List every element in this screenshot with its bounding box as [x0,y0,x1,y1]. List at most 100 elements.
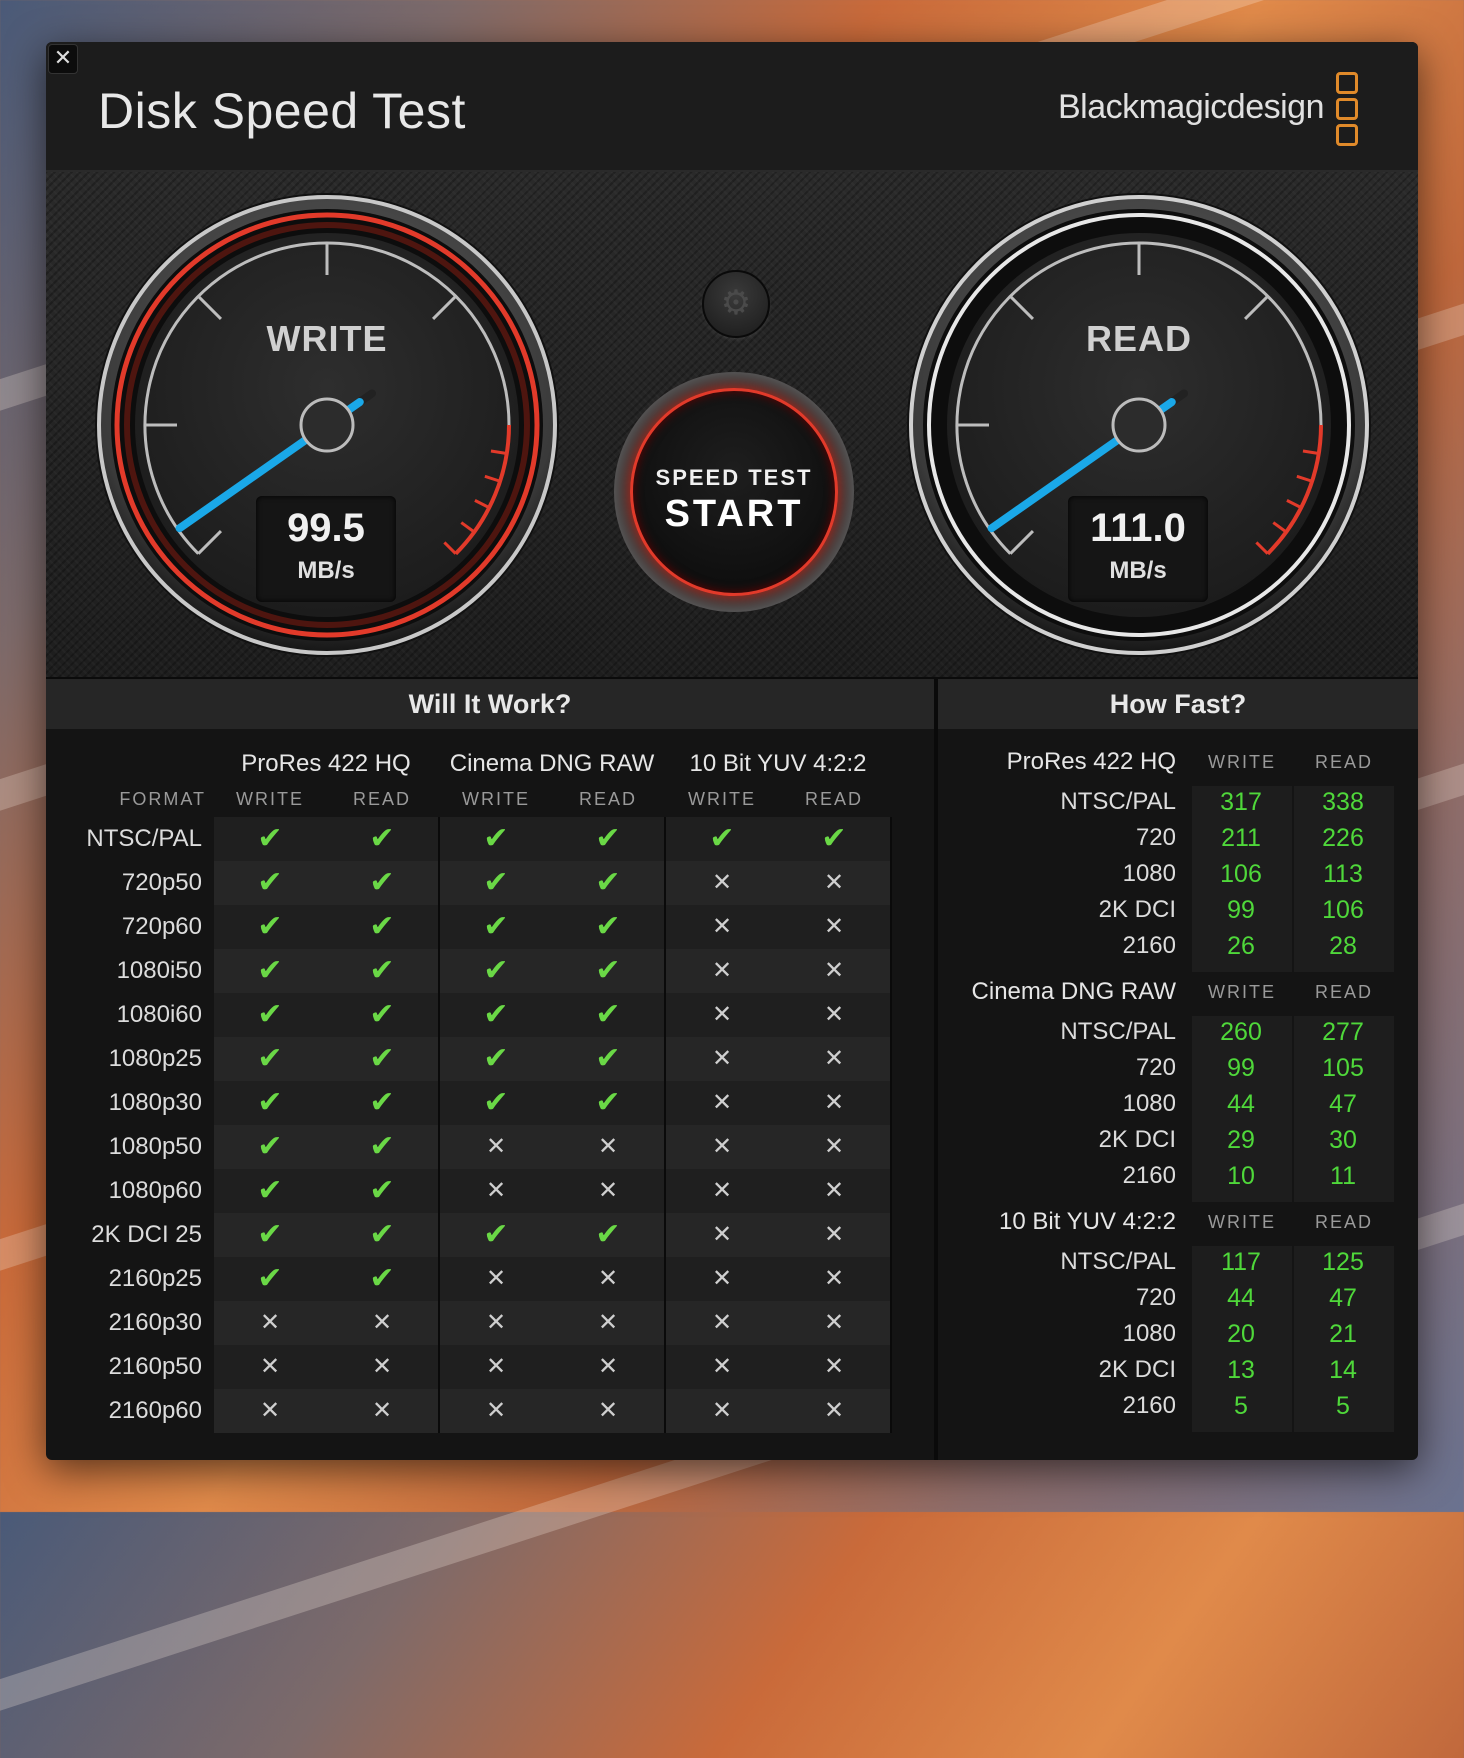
cross-icon: ✕ [666,861,778,905]
how-fast-row-label: 2K DCI [1098,1356,1176,1383]
how-fast-row-label: 1080 [1122,860,1176,887]
format-group-header: Cinema DNG RAW [449,750,655,777]
format-label: 720p60 [121,913,202,940]
gauge-panel: WRITE 99.5 MB/s READ 111.0 MB/s ⚙ SPEED TEST… [46,172,1418,680]
blackmagic-logo-icon [1336,72,1358,150]
how-fast-column-header: READ [1314,752,1373,772]
cross-icon: ✕ [666,905,778,949]
disk-speed-test-window: ✕ Disk Speed Test Blackmagicdesign WRITE… [46,42,1418,1460]
check-icon: ✔ [440,1081,552,1125]
cross-icon: ✕ [666,1257,778,1301]
read-fps-value: 11 [1330,1162,1356,1190]
check-icon: ✔ [666,817,778,861]
sub-column-header: WRITE [236,789,304,809]
how-fast-row-label: 2160 [1122,932,1176,959]
write-fps-value: 211 [1221,824,1261,852]
check-icon: ✔ [214,1213,326,1257]
read-fps-value: 21 [1329,1320,1357,1348]
write-fps-value: 20 [1227,1320,1255,1348]
check-icon: ✔ [326,817,438,861]
speed-unit: MB/s [297,557,355,584]
speed-test-start-button[interactable]: SPEED TEST START [614,372,854,612]
check-icon: ✔ [552,905,664,949]
how-fast-column-header: WRITE [1208,752,1276,772]
how-fast-row-label: 1080 [1122,1090,1176,1117]
write-fps-value: 29 [1227,1126,1255,1154]
column-divider [438,817,440,1433]
how-fast-column-header: READ [1314,1212,1373,1232]
cross-icon: ✕ [552,1389,664,1433]
speed-readout: 111.0 MB/s [1068,496,1208,602]
cross-icon: ✕ [666,1037,778,1081]
check-icon: ✔ [326,1125,438,1169]
format-label: 1080p50 [108,1133,202,1160]
sub-column-header: READ [352,789,411,809]
check-icon: ✔ [214,949,326,993]
close-button[interactable]: ✕ [48,44,78,74]
check-icon: ✔ [440,993,552,1037]
write-gauge: WRITE 99.5 MB/s [92,190,562,660]
cross-icon: ✕ [778,1257,890,1301]
check-icon: ✔ [326,861,438,905]
read-fps-value: 47 [1329,1090,1357,1118]
cross-icon: ✕ [778,1081,890,1125]
check-icon: ✔ [214,1257,326,1301]
write-fps-value: 44 [1227,1284,1255,1312]
format-column-header: FORMAT [119,789,206,809]
check-icon: ✔ [326,905,438,949]
how-fast-row-label: 2160 [1122,1162,1176,1189]
write-fps-value: 317 [1220,788,1262,816]
sub-column-header: READ [804,789,863,809]
check-icon: ✔ [214,905,326,949]
speed-value: 99.5 [287,506,365,550]
check-icon: ✔ [440,1037,552,1081]
cross-icon: ✕ [440,1257,552,1301]
check-icon: ✔ [552,1213,664,1257]
write-fps-value: 117 [1221,1248,1261,1276]
how-fast-row-label: 2160 [1122,1392,1176,1419]
cross-icon: ✕ [666,1389,778,1433]
how-fast-row-label: 1080 [1122,1320,1176,1347]
format-group-header: ProRes 422 HQ [241,750,411,777]
column-divider [664,817,666,1433]
panel-divider [934,679,938,1460]
cross-icon: ✕ [666,949,778,993]
cross-icon: ✕ [440,1301,552,1345]
cross-icon: ✕ [778,1345,890,1389]
read-fps-value: 277 [1322,1018,1364,1046]
speed-readout: 99.5 MB/s [256,496,396,602]
cross-icon: ✕ [778,949,890,993]
check-icon: ✔ [552,861,664,905]
how-fast-row-label: 2K DCI [1098,896,1176,923]
format-label: 2160p25 [108,1265,202,1292]
cross-icon: ✕ [326,1301,438,1345]
settings-gear-icon[interactable]: ⚙ [702,270,770,338]
how-fast-row-label: 720 [1135,824,1176,851]
check-icon: ✔ [214,1081,326,1125]
check-icon: ✔ [214,861,326,905]
write-fps-value: 106 [1220,860,1262,888]
check-icon: ✔ [326,1037,438,1081]
how-fast-group-name: ProRes 422 HQ [1006,748,1176,775]
how-fast-row-label: NTSC/PAL [1060,1248,1176,1275]
read-fps-value: 47 [1329,1284,1357,1312]
format-group-header: 10 Bit YUV 4:2:2 [689,750,867,777]
check-icon: ✔ [214,1037,326,1081]
how-fast-row-label: NTSC/PAL [1060,788,1176,815]
write-fps-value: 13 [1227,1356,1255,1384]
how-fast-row-label: NTSC/PAL [1060,1018,1176,1045]
cross-icon: ✕ [440,1345,552,1389]
gauge-hub [299,397,355,453]
how-fast-group-name: Cinema DNG RAW [971,978,1176,1005]
how-fast-row-label: 2K DCI [1098,1126,1176,1153]
cross-icon: ✕ [666,1301,778,1345]
sub-column-header: READ [578,789,637,809]
how-fast-column-header: READ [1314,982,1373,1002]
read-fps-value: 125 [1322,1248,1364,1276]
check-icon: ✔ [440,861,552,905]
cross-icon: ✕ [778,993,890,1037]
check-icon: ✔ [552,1081,664,1125]
cross-icon: ✕ [440,1389,552,1433]
how-fast-row-label: 720 [1135,1284,1176,1311]
check-icon: ✔ [552,1037,664,1081]
